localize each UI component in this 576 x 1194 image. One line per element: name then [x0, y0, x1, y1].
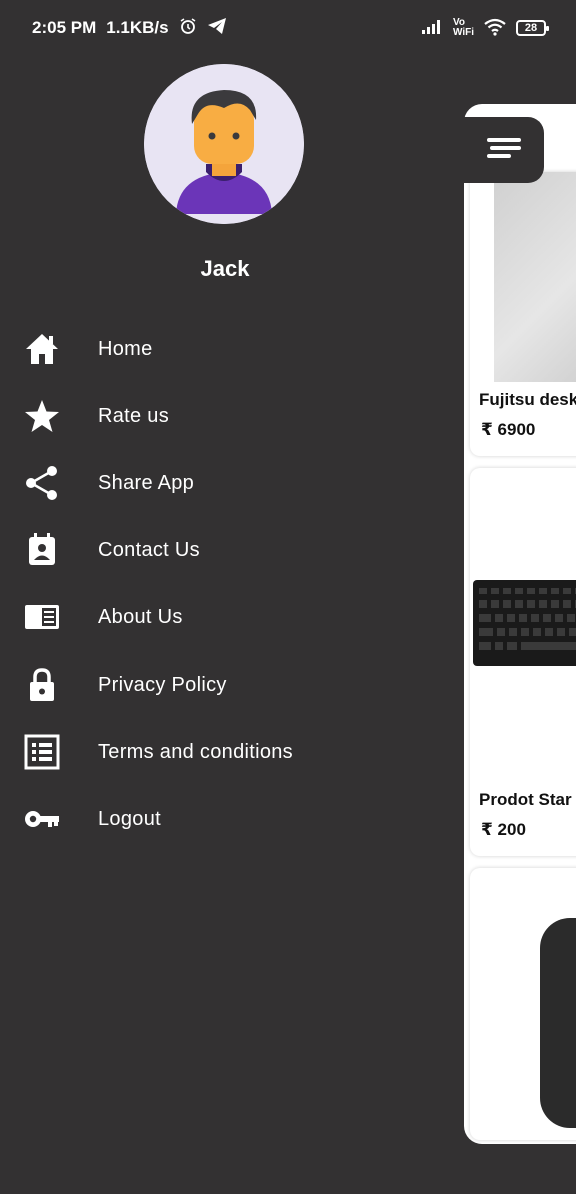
menu-item-privacy-policy[interactable]: Privacy Policy — [0, 655, 440, 715]
volte-wifi-label: Vo WiFi — [452, 17, 474, 38]
contact-icon — [22, 530, 62, 570]
menu-item-about-us[interactable]: About Us — [0, 587, 440, 647]
lock-icon — [22, 665, 62, 705]
product-card[interactable]: Prodot Star ₹ 200 — [470, 468, 576, 856]
status-bar: 2:05 PM 1.1KB/s Vo WiFi 28 — [0, 0, 576, 56]
menu-item-label: About Us — [98, 605, 183, 628]
status-left: 2:05 PM 1.1KB/s — [32, 17, 227, 40]
menu-item-logout[interactable]: Logout — [0, 789, 440, 849]
user-name: Jack — [200, 256, 250, 281]
menu-item-label: Terms and conditions — [98, 740, 293, 763]
product-image — [540, 918, 576, 1128]
product-card[interactable] — [470, 868, 576, 1140]
menu-item-label: Home — [98, 337, 153, 360]
menu-item-share-app[interactable]: Share App — [0, 453, 440, 513]
menu-item-home[interactable]: Home — [0, 319, 440, 379]
signal-icon — [421, 19, 443, 38]
hamburger-icon — [485, 136, 523, 165]
menu-item-rate-us[interactable]: Rate us — [0, 386, 440, 446]
alarm-icon — [179, 17, 197, 40]
product-card[interactable]: Fujitsu desk ₹ 6900 — [470, 172, 576, 456]
telegram-icon — [207, 17, 227, 40]
status-right: Vo WiFi 28 — [421, 17, 549, 39]
menu-toggle-button[interactable] — [464, 117, 544, 183]
avatar[interactable] — [144, 64, 304, 224]
menu-item-label: Contact Us — [98, 538, 200, 561]
product-price: ₹ 200 — [481, 820, 526, 839]
menu-item-terms[interactable]: Terms and conditions — [0, 722, 440, 782]
status-time: 2:05 PM — [32, 18, 97, 37]
product-price: ₹ 6900 — [481, 420, 536, 439]
wifi-icon — [484, 18, 506, 39]
home-icon — [22, 329, 62, 369]
status-speed: 1.1KB/s — [106, 18, 169, 37]
list-icon — [22, 732, 62, 772]
menu-item-label: Share App — [98, 471, 195, 494]
share-icon — [22, 463, 62, 503]
about-icon — [22, 597, 62, 637]
battery-icon: 28 — [516, 20, 549, 36]
product-name: Fujitsu desk — [479, 390, 576, 409]
product-image — [494, 172, 576, 382]
menu-item-label: Privacy Policy — [98, 673, 227, 696]
key-icon — [22, 799, 62, 839]
product-name: Prodot Star — [479, 790, 572, 809]
product-image — [473, 578, 576, 668]
menu-item-label: Rate us — [98, 404, 170, 427]
menu-item-contact-us[interactable]: Contact Us — [0, 520, 440, 580]
star-icon — [22, 396, 62, 436]
menu-item-label: Logout — [98, 807, 161, 830]
